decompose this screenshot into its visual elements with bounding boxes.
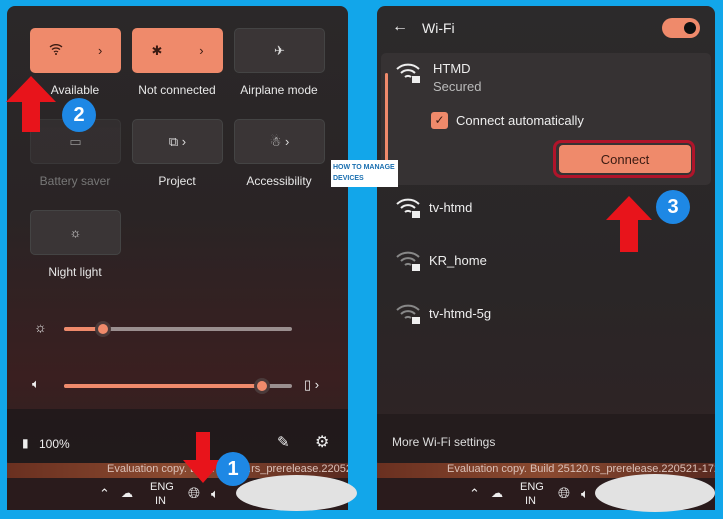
- network-globe-icon[interactable]: 🌐︎: [558, 485, 570, 502]
- network-status: Secured: [433, 79, 482, 94]
- show-hidden-icons-chevron[interactable]: ⌃: [469, 486, 480, 502]
- accessibility-icon: ☃ ›: [269, 133, 290, 149]
- more-wifi-settings-link[interactable]: More Wi-Fi settings: [392, 435, 495, 449]
- wifi-icon: [49, 43, 63, 58]
- volume-thumb[interactable]: [254, 378, 271, 394]
- quick-settings-panel: › Available ✱ › Not connected ✈ Airplane…: [7, 6, 348, 469]
- wifi-secured-icon: [395, 302, 423, 331]
- selected-network-card[interactable]: HTMD Secured ✓ Connect automatically Con…: [381, 53, 711, 185]
- accessibility-label: Accessibility: [246, 174, 312, 188]
- network-list-item[interactable]: KR_home: [377, 239, 715, 291]
- accessibility-tile[interactable]: ☃ ›: [234, 119, 325, 164]
- region-indicator[interactable]: IN: [525, 495, 536, 507]
- annotation-arrow-up-2: [6, 76, 56, 132]
- wifi-secured-icon: [395, 249, 423, 278]
- network-name: tv-htmd-5g: [429, 306, 492, 321]
- onedrive-icon[interactable]: ☁: [121, 486, 133, 500]
- connect-automatically-label: Connect automatically: [456, 113, 584, 128]
- battery-saver-icon: ▭: [69, 133, 82, 149]
- wifi-secured-icon: [395, 196, 423, 225]
- chevron-right-icon[interactable]: ›: [98, 43, 102, 58]
- night-light-label: Night light: [48, 265, 102, 279]
- language-indicator[interactable]: ENG: [520, 481, 544, 493]
- project-label: Project: [158, 174, 196, 188]
- audio-output-button[interactable]: ▯ ›: [304, 377, 319, 393]
- step-badge-2: 2: [62, 98, 96, 132]
- airplane-mode-tile[interactable]: ✈: [234, 28, 325, 73]
- network-name: tv-htmd: [429, 200, 473, 215]
- wifi-panel-title: Wi-Fi: [422, 20, 455, 36]
- language-indicator[interactable]: ENG: [150, 481, 174, 493]
- howto-manage-devices-logo: HOW TO MANAGE DEVICES: [331, 160, 398, 187]
- step-badge-3: 3: [656, 190, 690, 224]
- redacted-clock-area: [595, 474, 715, 512]
- wifi-toggle[interactable]: [662, 18, 700, 38]
- volume-tray-icon[interactable]: 🔈︎: [581, 486, 589, 502]
- chevron-right-icon[interactable]: ›: [199, 43, 203, 58]
- brightness-icon: ☼: [34, 319, 47, 335]
- wifi-footer: More Wi-Fi settings: [377, 414, 715, 469]
- volume-fill: [64, 384, 263, 388]
- brightness-thumb[interactable]: [94, 321, 111, 337]
- project-icon: ⧉ ›: [168, 133, 187, 149]
- night-light-tile[interactable]: ☼: [30, 210, 121, 255]
- battery-percentage[interactable]: 100%: [39, 437, 70, 451]
- project-tile[interactable]: ⧉ ›: [132, 119, 223, 164]
- connect-automatically-checkbox[interactable]: ✓: [431, 112, 448, 129]
- show-hidden-icons-chevron[interactable]: ⌃: [99, 486, 110, 502]
- volume-tray-icon[interactable]: 🔈︎: [211, 486, 219, 502]
- annotation-arrow-up-3: [606, 196, 652, 252]
- airplane-mode-label: Airplane mode: [240, 83, 318, 97]
- network-globe-icon[interactable]: 🌐︎: [188, 485, 200, 502]
- onedrive-icon[interactable]: ☁: [491, 486, 503, 500]
- wifi-tile[interactable]: ›: [30, 28, 121, 73]
- wifi-panel: ← Wi-Fi HTMD Secured ✓ Connect automatic…: [377, 6, 715, 469]
- volume-slider[interactable]: [64, 378, 292, 394]
- quick-settings-footer: ▮ 100% ✎ ⚙: [7, 409, 348, 469]
- network-name: HTMD: [433, 61, 471, 76]
- region-indicator[interactable]: IN: [155, 495, 166, 507]
- bluetooth-icon: ✱: [151, 42, 163, 58]
- settings-gear-icon[interactable]: ⚙: [315, 432, 329, 452]
- selection-indicator: [385, 73, 388, 173]
- edit-pencil-icon[interactable]: ✎: [277, 433, 290, 451]
- night-light-icon: ☼: [69, 225, 82, 240]
- bluetooth-tile-label: Not connected: [138, 83, 216, 97]
- redacted-clock-area: [236, 475, 357, 511]
- wifi-secured-icon: [395, 61, 423, 90]
- connect-button[interactable]: Connect: [559, 145, 691, 173]
- back-arrow-icon[interactable]: ←: [392, 18, 408, 36]
- network-list-item[interactable]: tv-htmd-5g: [377, 292, 715, 344]
- volume-icon[interactable]: 🔈︎: [32, 376, 40, 392]
- network-name: KR_home: [429, 253, 487, 268]
- brightness-slider[interactable]: [64, 321, 292, 337]
- step-badge-1: 1: [216, 452, 250, 486]
- bluetooth-tile[interactable]: ✱ ›: [132, 28, 223, 73]
- battery-icon[interactable]: ▮: [22, 436, 29, 450]
- battery-saver-label: Battery saver: [39, 174, 111, 188]
- airplane-icon: ✈: [274, 42, 285, 58]
